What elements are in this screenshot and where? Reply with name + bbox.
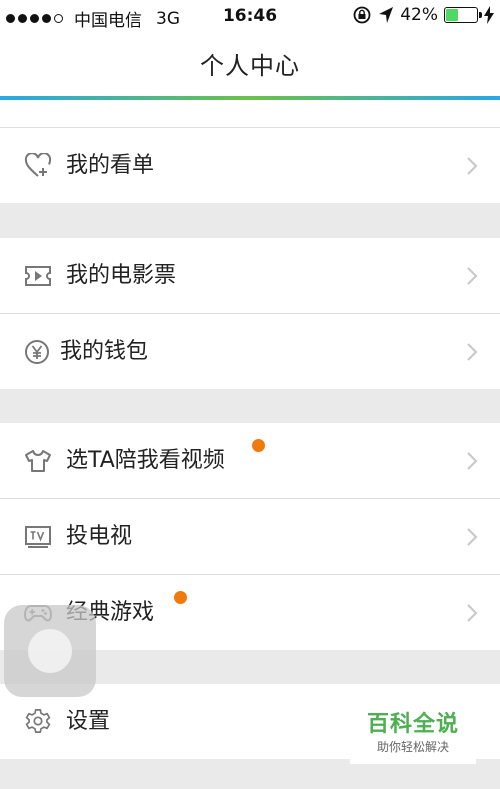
- menu-item-tickets[interactable]: 我的电影票: [0, 238, 500, 314]
- chevron-right-icon: [467, 528, 478, 546]
- notification-badge: [252, 439, 265, 452]
- menu-group-1: 我的看单: [0, 100, 500, 203]
- menu-item-watchlist[interactable]: 我的看单: [0, 128, 500, 203]
- yuan-coin-icon: [25, 340, 49, 364]
- page-title: 个人中心: [200, 52, 300, 80]
- menu-item-wallet[interactable]: 我的钱包: [0, 314, 500, 389]
- partially-hidden-row[interactable]: [0, 100, 500, 128]
- chevron-right-icon: [467, 343, 478, 361]
- battery-percentage: 42%: [400, 5, 438, 25]
- chevron-right-icon: [467, 267, 478, 285]
- menu-item-label: 我的钱包: [60, 339, 149, 364]
- charging-bolt-icon: [484, 6, 494, 24]
- battery-icon: [444, 7, 482, 23]
- location-arrow-icon: [379, 7, 394, 23]
- tshirt-icon: [25, 450, 51, 472]
- chevron-right-icon: [467, 157, 478, 175]
- gear-icon: [25, 709, 51, 733]
- menu-item-companion-video[interactable]: 选TA陪我看视频: [0, 423, 500, 499]
- notification-badge: [174, 591, 187, 604]
- heart-plus-icon: [24, 153, 52, 177]
- chevron-right-icon: [467, 604, 478, 622]
- chevron-right-icon: [467, 452, 478, 470]
- ticket-play-icon: [25, 266, 51, 286]
- menu-group-2: 我的电影票 我的钱包: [0, 238, 500, 389]
- menu-item-cast-tv[interactable]: 投电视: [0, 499, 500, 575]
- tv-icon: [25, 526, 51, 548]
- rotation-lock-icon: [353, 6, 371, 24]
- watermark: 百科全说 助你轻松解决: [350, 700, 476, 764]
- watermark-subtitle: 助你轻松解决: [376, 740, 449, 754]
- status-bar: 中国电信 3G 16:46 42%: [0, 0, 500, 34]
- watermark-title: 百科全说: [366, 712, 459, 737]
- menu-item-label: 选TA陪我看视频: [66, 448, 225, 473]
- menu-item-label: 我的看单: [66, 153, 155, 178]
- assistive-touch-button[interactable]: [4, 605, 96, 697]
- navigation-bar: 个人中心: [0, 34, 500, 96]
- menu-item-label: 我的电影票: [66, 263, 177, 288]
- menu-item-label: 投电视: [66, 524, 133, 549]
